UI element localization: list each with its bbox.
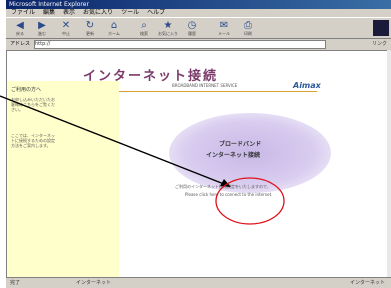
forward-icon: ▶ — [38, 20, 46, 31]
back-icon: ◀ — [16, 20, 24, 31]
history-icon: ◷ — [187, 20, 197, 31]
page-content: インターネット接続 BROADBAND INTERNET SERVICE Aim… — [6, 50, 388, 278]
status-text: 完了 — [10, 280, 21, 286]
refresh-icon: ↻ — [85, 20, 95, 31]
menu-tools[interactable]: ツール — [121, 9, 139, 16]
search-icon: ⌕ — [141, 20, 147, 31]
status-zone: インターネット — [76, 280, 112, 286]
stop-icon: ✕ — [61, 20, 71, 31]
history-button[interactable]: ◷ 履歴 — [182, 20, 202, 38]
mail-icon: ✉ — [219, 20, 229, 31]
menu-bar: ファイル 編集 表示 お気に入り ツール ヘルプ — [6, 9, 391, 17]
sidebar-text-2[interactable]: ここでは、インターネットに接続するための設定方法をご案内します。 — [11, 133, 55, 148]
forward-button[interactable]: ▶ 進む — [32, 20, 52, 38]
menu-edit[interactable]: 編集 — [43, 9, 55, 16]
home-icon: ⌂ — [110, 20, 118, 31]
banner-line-2: インターネット接続 — [206, 152, 261, 159]
sidebar: ご利用の方へ お申し込みいただいたお客様はこちらをご覧ください。 ここでは、イン… — [7, 81, 119, 277]
home-button[interactable]: ⌂ ホーム — [104, 20, 124, 38]
browser-logo — [373, 20, 389, 36]
sidebar-text-1[interactable]: お申し込みいただいたお客様はこちらをご覧ください。 — [11, 97, 55, 112]
vertical-scrollbar[interactable] — [387, 50, 391, 278]
browser-window: Microsoft Internet Explorer ファイル 編集 表示 お気に入… — [6, 0, 391, 288]
star-icon: ★ — [163, 20, 173, 31]
status-bar: 完了 インターネット インターネット — [6, 277, 391, 288]
connect-description: ご利用のインターネット接続設定をいたしますので、 — [175, 184, 271, 189]
menu-view[interactable]: 表示 — [63, 9, 75, 16]
menu-help[interactable]: ヘルプ — [147, 9, 165, 16]
sidebar-heading: ご利用の方へ — [11, 87, 42, 93]
brand-logo: Aimax — [293, 81, 321, 90]
links-button[interactable]: リンク — [372, 39, 387, 49]
mail-button[interactable]: ✉ メール — [214, 20, 234, 38]
refresh-button[interactable]: ↻ 更新 — [80, 20, 100, 38]
menu-favorites[interactable]: お気に入り — [83, 9, 113, 16]
banner-line-1: ブロードバンド — [219, 141, 262, 148]
address-input[interactable]: http:// — [34, 40, 326, 49]
status-security-zone: インターネット — [349, 280, 385, 286]
back-button[interactable]: ◀ 戻る — [10, 20, 30, 38]
address-label: アドレス — [10, 41, 31, 47]
print-icon: ⎙ — [244, 20, 252, 31]
search-button[interactable]: ⌕ 検索 — [134, 20, 154, 38]
print-button[interactable]: ⎙ 印刷 — [238, 20, 258, 38]
connect-link[interactable]: Please click here to connect to the inte… — [185, 192, 272, 197]
menu-file[interactable]: ファイル — [11, 9, 35, 16]
title-divider — [117, 91, 317, 92]
stop-button[interactable]: ✕ 中止 — [56, 20, 76, 38]
title-bar: Microsoft Internet Explorer — [6, 0, 391, 9]
window-title: Microsoft Internet Explorer — [9, 1, 89, 8]
address-bar: アドレス http:// リンク — [6, 39, 391, 49]
toolbar: ◀ 戻る ▶ 進む ✕ 中止 ↻ 更新 ⌂ ホーム ⌕ 検索 ★ お気に入り ◷ 履歴 ✉ メール… — [6, 17, 391, 39]
page-subtitle: BROADBAND INTERNET SERVICE — [172, 83, 238, 88]
favorites-button[interactable]: ★ お気に入り — [158, 20, 178, 38]
